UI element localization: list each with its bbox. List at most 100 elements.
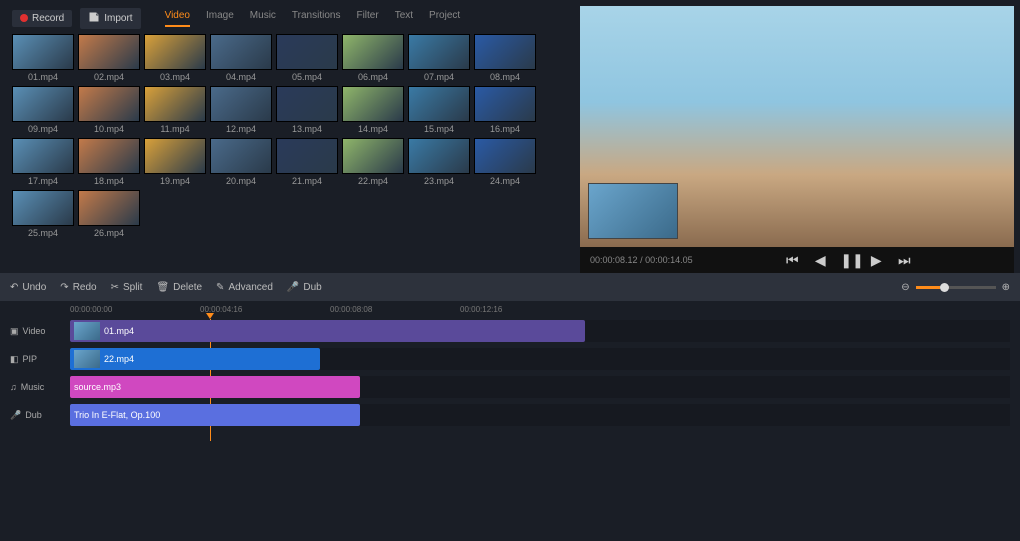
media-item[interactable]: 10.mp4 — [78, 86, 140, 134]
dub-track-body[interactable]: Trio In E-Flat, Op.100 — [70, 404, 1010, 426]
media-thumb — [408, 86, 470, 122]
media-item[interactable]: 01.mp4 — [12, 34, 74, 82]
media-label: 07.mp4 — [424, 72, 454, 82]
media-item[interactable]: 08.mp4 — [474, 34, 536, 82]
skip-back-icon[interactable]: ⏮ — [784, 252, 800, 269]
music-track-body[interactable]: source.mp3 — [70, 376, 1010, 398]
import-button[interactable]: Import — [80, 8, 140, 29]
preview-pip-overlay — [588, 183, 678, 239]
tab-image[interactable]: Image — [206, 10, 234, 27]
trash-icon: 🗑 — [156, 282, 169, 293]
zoom-slider[interactable] — [916, 286, 996, 289]
media-thumb — [276, 138, 338, 174]
media-item[interactable]: 16.mp4 — [474, 86, 536, 134]
tab-filter[interactable]: Filter — [356, 10, 378, 27]
media-item[interactable]: 14.mp4 — [342, 86, 404, 134]
media-item[interactable]: 23.mp4 — [408, 138, 470, 186]
media-label: 10.mp4 — [94, 124, 124, 134]
video-clip[interactable]: 01.mp4 — [70, 320, 585, 342]
redo-icon: ↷ — [60, 282, 68, 293]
preview-video[interactable] — [580, 6, 1014, 247]
music-clip[interactable]: source.mp3 — [70, 376, 360, 398]
media-label: 12.mp4 — [226, 124, 256, 134]
media-thumb — [12, 190, 74, 226]
music-track-icon: ♫ — [10, 382, 17, 392]
media-label: 16.mp4 — [490, 124, 520, 134]
tab-music[interactable]: Music — [250, 10, 276, 27]
media-item[interactable]: 07.mp4 — [408, 34, 470, 82]
pip-track-body[interactable]: 22.mp4 — [70, 348, 1010, 370]
media-label: 08.mp4 — [490, 72, 520, 82]
record-button[interactable]: Record — [12, 10, 72, 27]
music-track-head[interactable]: ♫ Music — [10, 382, 70, 392]
media-label: 19.mp4 — [160, 176, 190, 186]
dub-track-row: 🎤 Dub Trio In E-Flat, Op.100 — [10, 403, 1010, 427]
media-item[interactable]: 18.mp4 — [78, 138, 140, 186]
split-button[interactable]: ✂ Split — [111, 282, 143, 293]
skip-forward-icon[interactable]: ⏭ — [896, 252, 912, 269]
clip-name: 22.mp4 — [104, 354, 134, 364]
media-item[interactable]: 19.mp4 — [144, 138, 206, 186]
media-item[interactable]: 12.mp4 — [210, 86, 272, 134]
clip-name: source.mp3 — [74, 382, 121, 392]
zoom-out-icon[interactable]: ⊖ — [901, 282, 909, 293]
media-item[interactable]: 24.mp4 — [474, 138, 536, 186]
zoom-handle[interactable] — [940, 283, 949, 292]
media-item[interactable]: 20.mp4 — [210, 138, 272, 186]
tab-video[interactable]: Video — [165, 10, 190, 27]
import-label: Import — [104, 13, 132, 24]
advanced-button[interactable]: ✎ Advanced — [216, 282, 273, 293]
media-thumb — [474, 86, 536, 122]
clip-thumb — [74, 322, 100, 340]
timeline-panel: 00:00:00:0000:00:04:1600:00:08:0800:00:1… — [0, 301, 1020, 441]
media-item[interactable]: 03.mp4 — [144, 34, 206, 82]
ruler-tick: 00:00:08:08 — [330, 305, 372, 314]
media-label: 04.mp4 — [226, 72, 256, 82]
media-item[interactable]: 06.mp4 — [342, 34, 404, 82]
zoom-control: ⊖ ⊕ — [901, 282, 1010, 293]
tab-project[interactable]: Project — [429, 10, 460, 27]
undo-label: Undo — [22, 282, 46, 293]
dub-track-head[interactable]: 🎤 Dub — [10, 410, 70, 421]
tab-transitions[interactable]: Transitions — [292, 10, 341, 27]
undo-icon: ↶ — [10, 282, 18, 293]
pause-icon[interactable]: ❚❚ — [840, 252, 856, 269]
media-thumb — [12, 138, 74, 174]
video-track-label: Video — [23, 326, 46, 336]
media-item[interactable]: 26.mp4 — [78, 190, 140, 238]
media-item[interactable]: 17.mp4 — [12, 138, 74, 186]
step-back-icon[interactable]: ◀ — [812, 252, 828, 269]
media-item[interactable]: 09.mp4 — [12, 86, 74, 134]
media-item[interactable]: 22.mp4 — [342, 138, 404, 186]
media-item[interactable]: 13.mp4 — [276, 86, 338, 134]
media-label: 11.mp4 — [160, 124, 189, 134]
zoom-in-icon[interactable]: ⊕ — [1002, 282, 1010, 293]
delete-button[interactable]: 🗑 Delete — [156, 282, 202, 293]
redo-label: Redo — [73, 282, 97, 293]
mic-icon: 🎤 — [287, 282, 299, 293]
video-track-head[interactable]: ▣ Video — [10, 326, 70, 337]
media-item[interactable]: 25.mp4 — [12, 190, 74, 238]
pip-track-head[interactable]: ◧ PIP — [10, 354, 70, 365]
media-item[interactable]: 15.mp4 — [408, 86, 470, 134]
media-item[interactable]: 11.mp4 — [144, 86, 206, 134]
media-item[interactable]: 02.mp4 — [78, 34, 140, 82]
playback-controls: ⏮ ◀ ❚❚ ▶ ⏭ — [693, 252, 1004, 269]
pip-clip[interactable]: 22.mp4 — [70, 348, 320, 370]
media-tabs: Video Image Music Transitions Filter Text Proj… — [165, 10, 461, 27]
media-label: 13.mp4 — [292, 124, 322, 134]
media-thumb — [276, 86, 338, 122]
record-icon — [20, 14, 28, 22]
record-label: Record — [32, 13, 64, 24]
redo-button[interactable]: ↷ Redo — [60, 282, 96, 293]
undo-button[interactable]: ↶ Undo — [10, 282, 46, 293]
preview-controls: 00:00:08.12 / 00:00:14.05 ⏮ ◀ ❚❚ ▶ ⏭ — [580, 247, 1014, 273]
media-item[interactable]: 05.mp4 — [276, 34, 338, 82]
media-item[interactable]: 21.mp4 — [276, 138, 338, 186]
dub-button[interactable]: 🎤 Dub — [287, 282, 322, 293]
step-forward-icon[interactable]: ▶ — [868, 252, 884, 269]
dub-clip[interactable]: Trio In E-Flat, Op.100 — [70, 404, 360, 426]
media-item[interactable]: 04.mp4 — [210, 34, 272, 82]
tab-text[interactable]: Text — [395, 10, 413, 27]
video-track-body[interactable]: 01.mp4 — [70, 320, 1010, 342]
